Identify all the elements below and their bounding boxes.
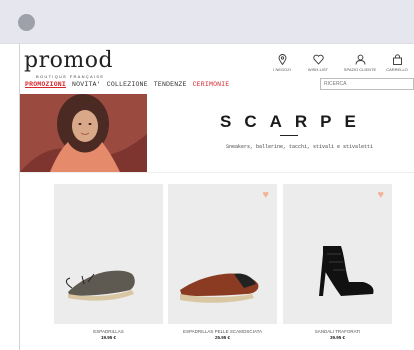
browser-toolbar [0, 0, 414, 44]
nav-item-cerimonie[interactable]: CERIMONIE [193, 81, 230, 88]
browser-window-button[interactable] [18, 14, 35, 31]
category-hero: SCARPE Sneakers, ballerine, tacchi, stiv… [20, 94, 414, 172]
product-name[interactable]: ESPADRILLAS [54, 329, 163, 334]
product-card[interactable]: ♥ ESPADRILLAS PELLE SCAMOSCIATA 25.95 € [168, 184, 277, 344]
site-header: promod BOUTIQUE FRANÇAISE I NEGOZI WISH-… [20, 44, 414, 94]
product-name[interactable]: SANDALI TRAFORATI [283, 329, 392, 334]
product-image[interactable] [54, 184, 163, 324]
nav-item-promozioni[interactable]: PROMOZIONI [25, 81, 66, 88]
wishlist-label: WISH-LIST [307, 67, 329, 72]
product-card[interactable]: ♥ SANDALI TRAFORATI 39.95 € [283, 184, 392, 344]
product-image[interactable]: ♥ [283, 184, 392, 324]
nav-item-collezione[interactable]: COLLEZIONE [107, 81, 148, 88]
wishlist-heart-icon[interactable]: ♥ [262, 190, 269, 201]
product-price: 39.95 € [329, 335, 345, 340]
product-price: 19.95 € [100, 335, 116, 340]
page-subtitle: Sneakers, ballerine, tacchi, stivali e s… [226, 144, 374, 150]
product-price: 25.95 € [214, 335, 230, 340]
cart-button[interactable]: CARRELLO [380, 54, 414, 72]
account-label: SPAZIO CLIENTE [343, 67, 377, 72]
page-title: SCARPE [220, 112, 369, 131]
product-card[interactable]: ESPADRILLAS 19.95 € [54, 184, 163, 344]
wishlist-button[interactable]: WISH-LIST [295, 54, 341, 72]
nav-item-novita[interactable]: NOVITA' [72, 81, 101, 88]
cart-label: CARRELLO [386, 67, 408, 72]
title-divider [280, 135, 298, 136]
hero-model-photo [20, 94, 147, 172]
heart-icon [312, 54, 324, 65]
brand-tagline: BOUTIQUE FRANÇAISE [36, 74, 105, 79]
product-name[interactable]: ESPADRILLAS PELLE SCAMOSCIATA [168, 329, 277, 334]
shopping-bag-icon [392, 54, 402, 65]
user-icon [355, 54, 365, 65]
main-navigation: PROMOZIONI NOVITA' COLLEZIONE TENDENZE C… [25, 81, 229, 88]
product-image[interactable]: ♥ [168, 184, 277, 324]
search-input[interactable]: RICERCA [320, 78, 414, 90]
wishlist-heart-icon[interactable]: ♥ [377, 190, 384, 201]
location-pin-icon [278, 54, 286, 65]
promod-logo[interactable]: promod [24, 50, 113, 72]
account-button[interactable]: SPAZIO CLIENTE [337, 54, 383, 72]
nav-item-tendenze[interactable]: TENDENZE [154, 81, 187, 88]
